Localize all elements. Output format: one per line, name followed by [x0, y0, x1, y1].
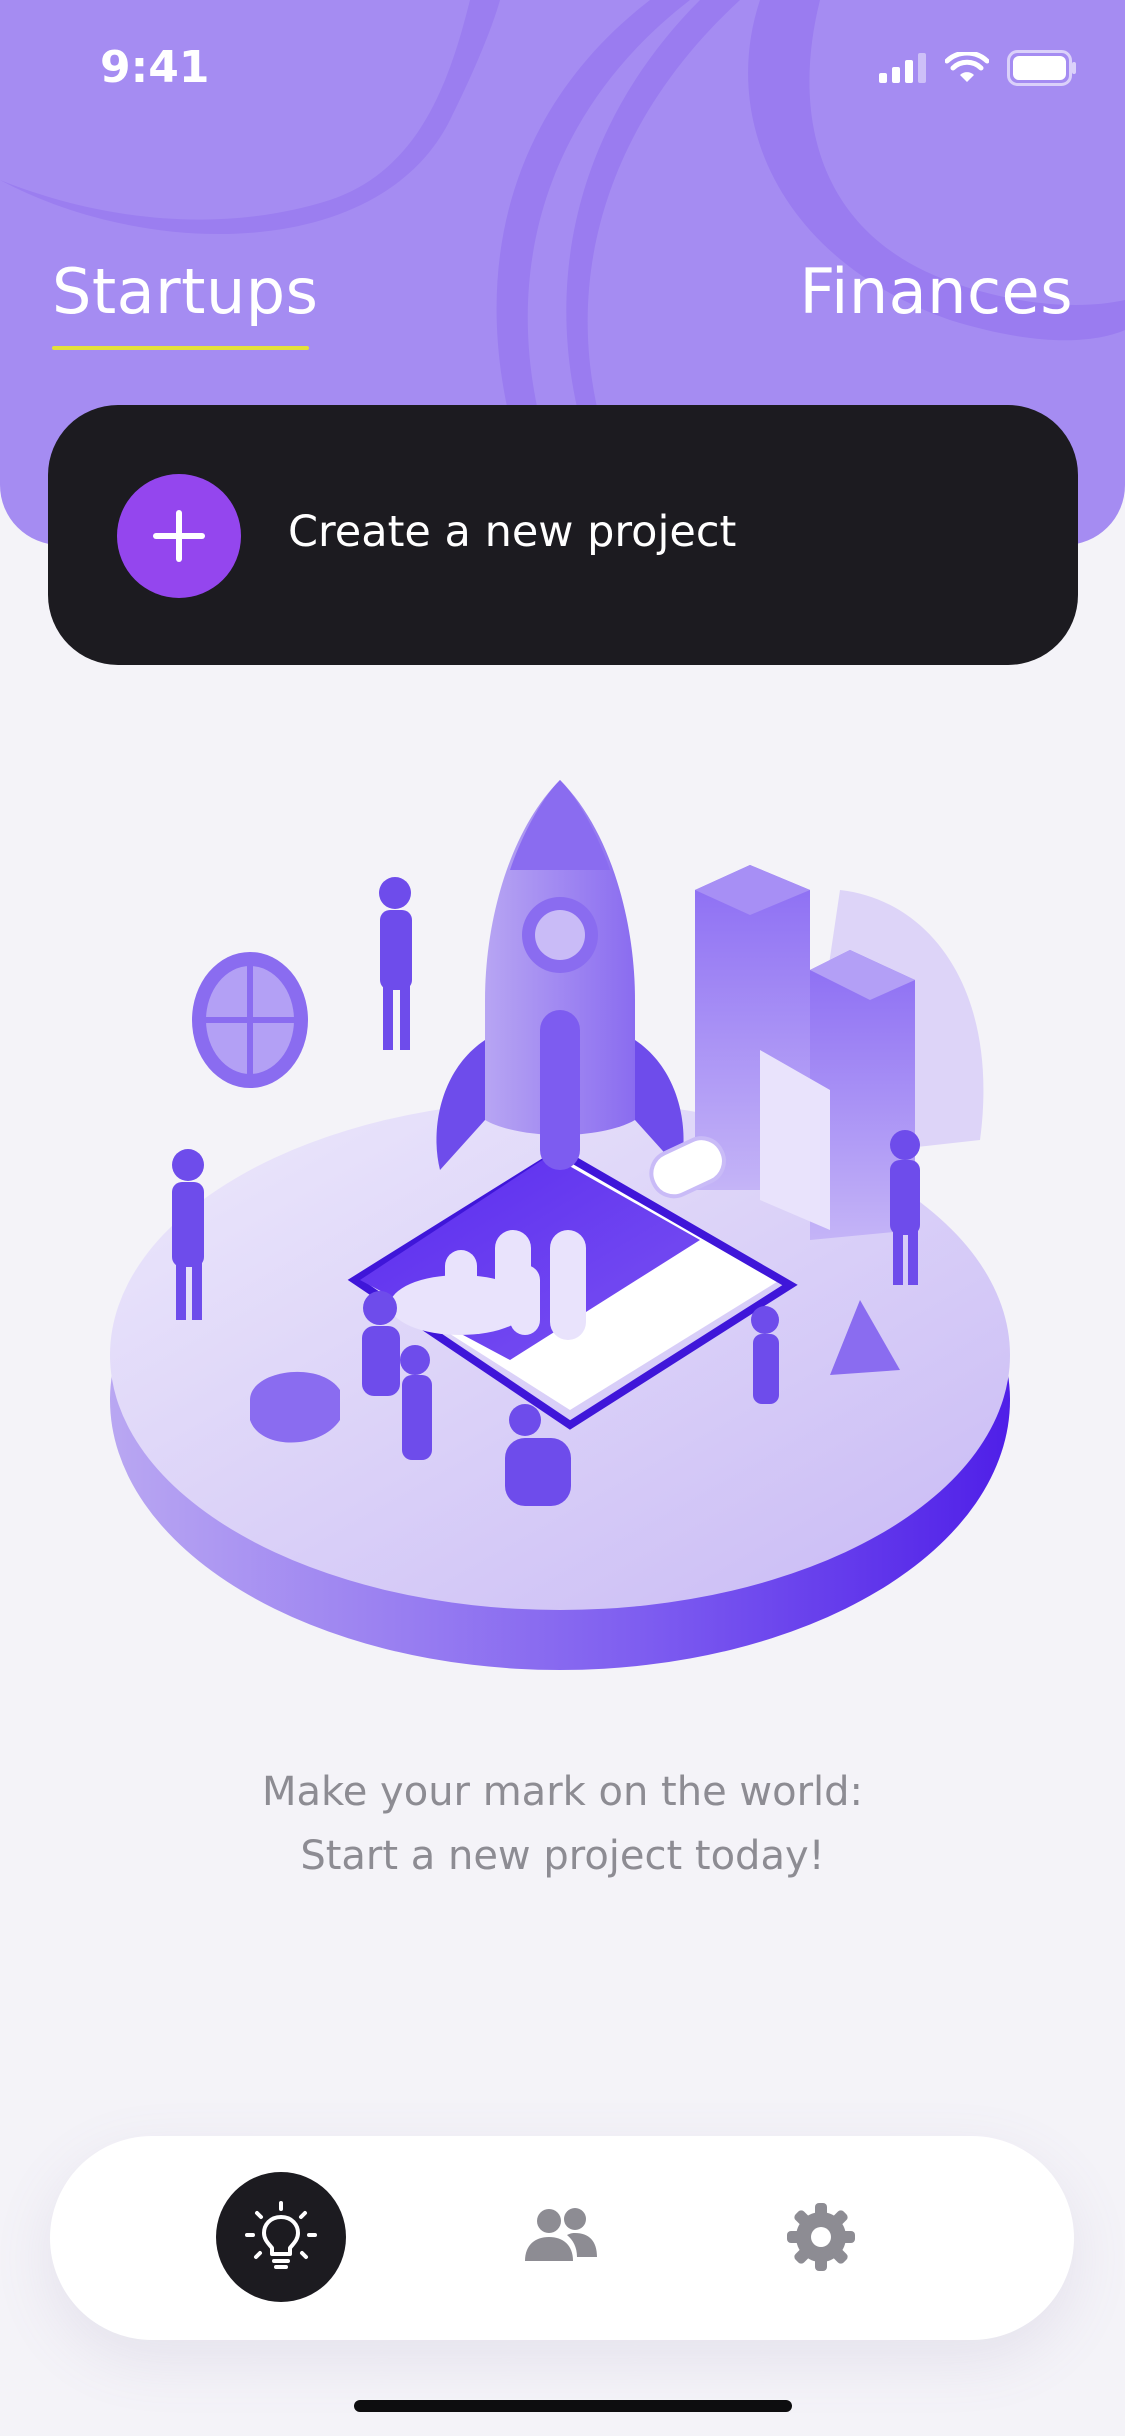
empty-state-line-1: Make your mark on the world:: [261, 1769, 864, 1815]
tab-team[interactable]: [496, 2172, 626, 2302]
battery-icon: [1007, 50, 1076, 86]
bottom-tab-bar: [50, 2136, 1074, 2340]
signal-icon: [879, 53, 926, 83]
status-icons: [879, 50, 1077, 86]
plus-icon: [153, 510, 205, 562]
create-project-label: Create a new project: [288, 507, 737, 557]
tab-startups[interactable]: Startups: [52, 255, 318, 328]
tab-finances[interactable]: Finances: [800, 255, 1074, 328]
gear-icon: [787, 2203, 855, 2271]
create-project-card[interactable]: Create a new project: [48, 405, 1078, 665]
add-project-button[interactable]: [117, 474, 241, 598]
active-tab-indicator: [52, 346, 309, 350]
lightbulb-icon: [245, 2201, 317, 2269]
home-indicator: [354, 2400, 792, 2412]
tab-settings[interactable]: [756, 2172, 886, 2302]
status-time: 9:41: [100, 42, 210, 93]
wifi-icon: [945, 52, 989, 82]
tab-ideas[interactable]: [216, 2172, 346, 2302]
empty-state-line-2: Start a new project today!: [300, 1833, 825, 1879]
status-bar: 9:41: [0, 0, 1125, 140]
people-icon: [525, 2208, 597, 2261]
startup-illustration: [110, 780, 1010, 1670]
